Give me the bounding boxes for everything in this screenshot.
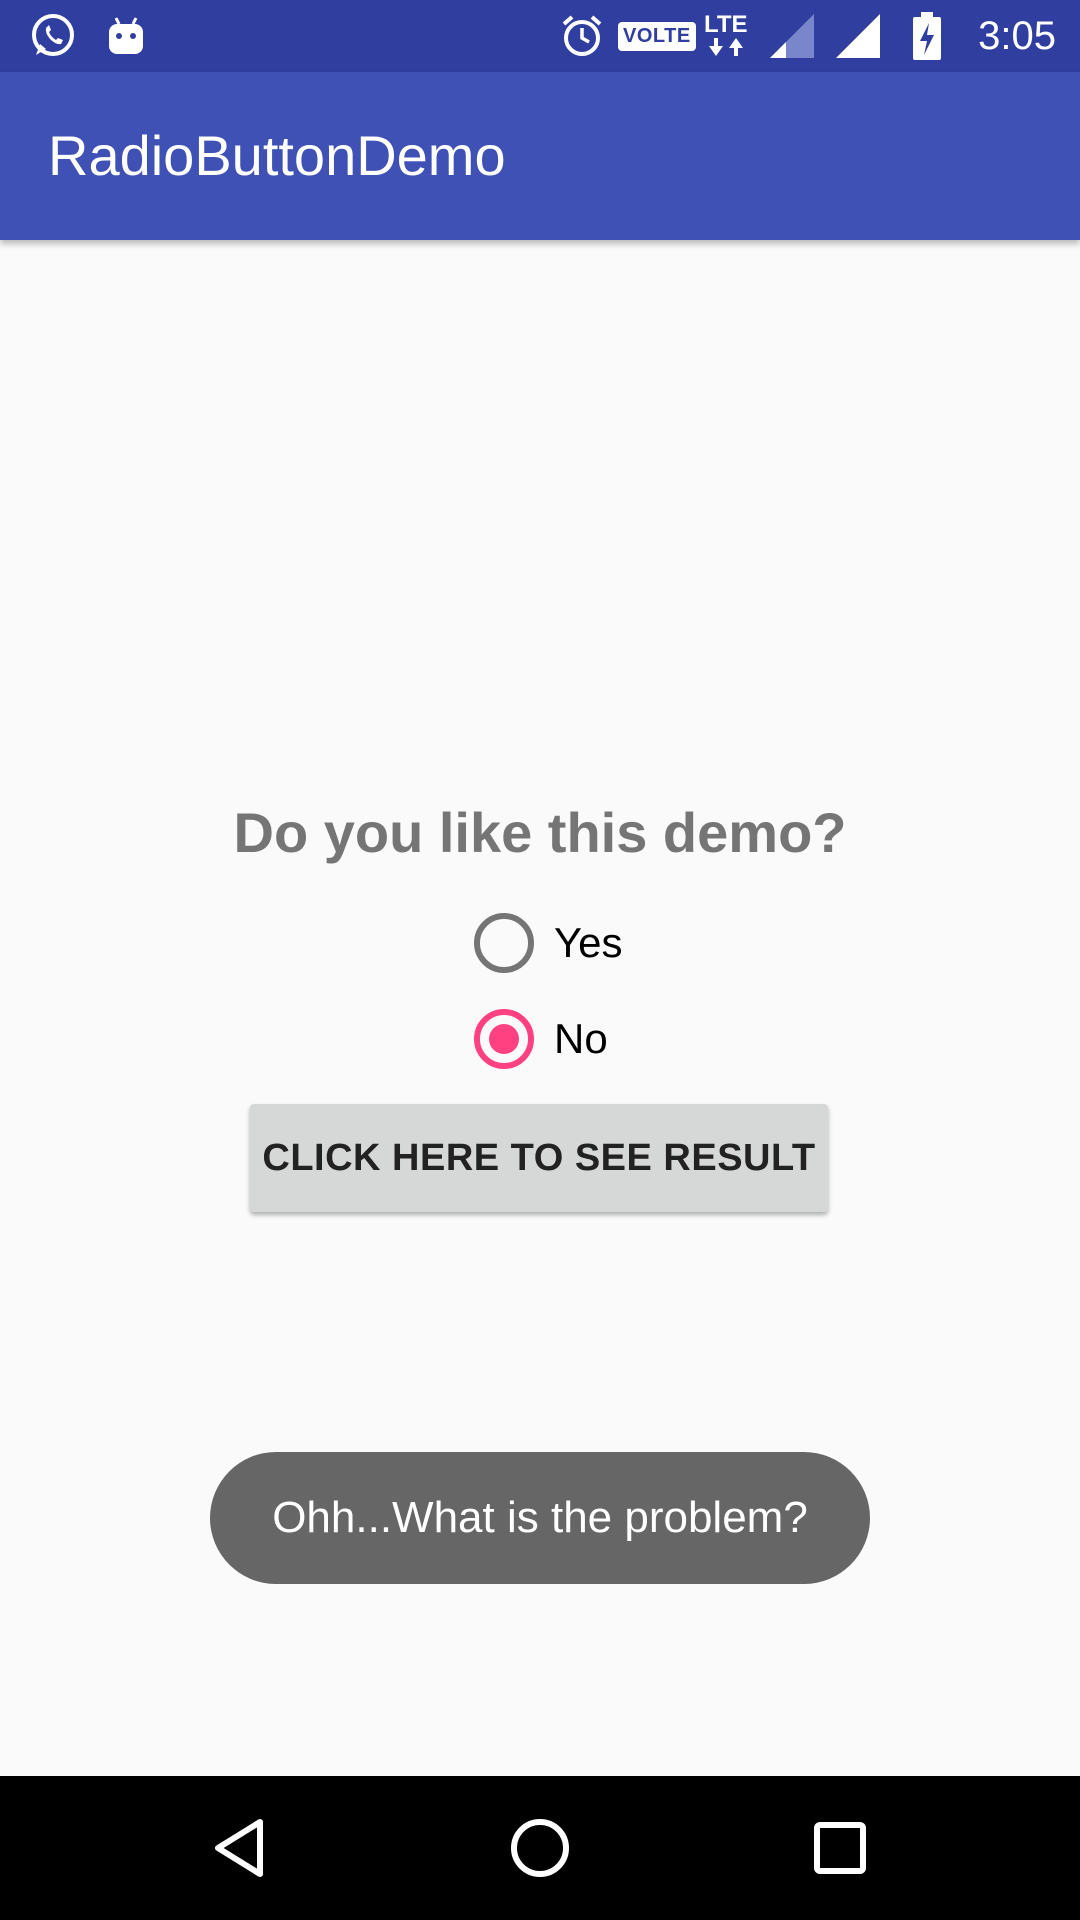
radio-option-yes[interactable]: Yes [474, 903, 623, 983]
battery-charging-icon [912, 0, 942, 72]
app-title: RadioButtonDemo [48, 124, 506, 187]
signal-full-icon [834, 0, 882, 72]
status-bar: VOLTE LTE 3:05 [0, 0, 1080, 72]
radio-label-yes[interactable]: Yes [554, 919, 623, 967]
navigation-bar [0, 1776, 1080, 1920]
recents-icon[interactable] [768, 1776, 912, 1920]
screen: VOLTE LTE 3:05 RadioButtonDemo Do you li… [0, 0, 1080, 1920]
whatsapp-icon [28, 0, 78, 72]
lte-icon: LTE [704, 0, 748, 72]
signal-icon [768, 0, 816, 72]
alarm-icon [560, 0, 604, 72]
android-notification-icon [106, 0, 146, 72]
radio-unchecked-icon[interactable] [474, 913, 534, 973]
radio-label-no[interactable]: No [554, 1015, 608, 1063]
see-result-button[interactable]: CLICK HERE TO SEE RESULT [250, 1104, 828, 1212]
radio-checked-icon[interactable] [474, 1009, 534, 1069]
back-icon[interactable] [168, 1776, 312, 1920]
toast-message: Ohh...What is the problem? [272, 1493, 808, 1542]
question-label: Do you like this demo? [233, 801, 847, 864]
home-icon[interactable] [468, 1776, 612, 1920]
toast: Ohh...What is the problem? [210, 1452, 870, 1584]
status-time: 3:05 [978, 14, 1056, 58]
app-bar: RadioButtonDemo [0, 72, 1080, 240]
volte-icon: VOLTE [618, 0, 696, 72]
radio-option-no[interactable]: No [474, 999, 608, 1079]
